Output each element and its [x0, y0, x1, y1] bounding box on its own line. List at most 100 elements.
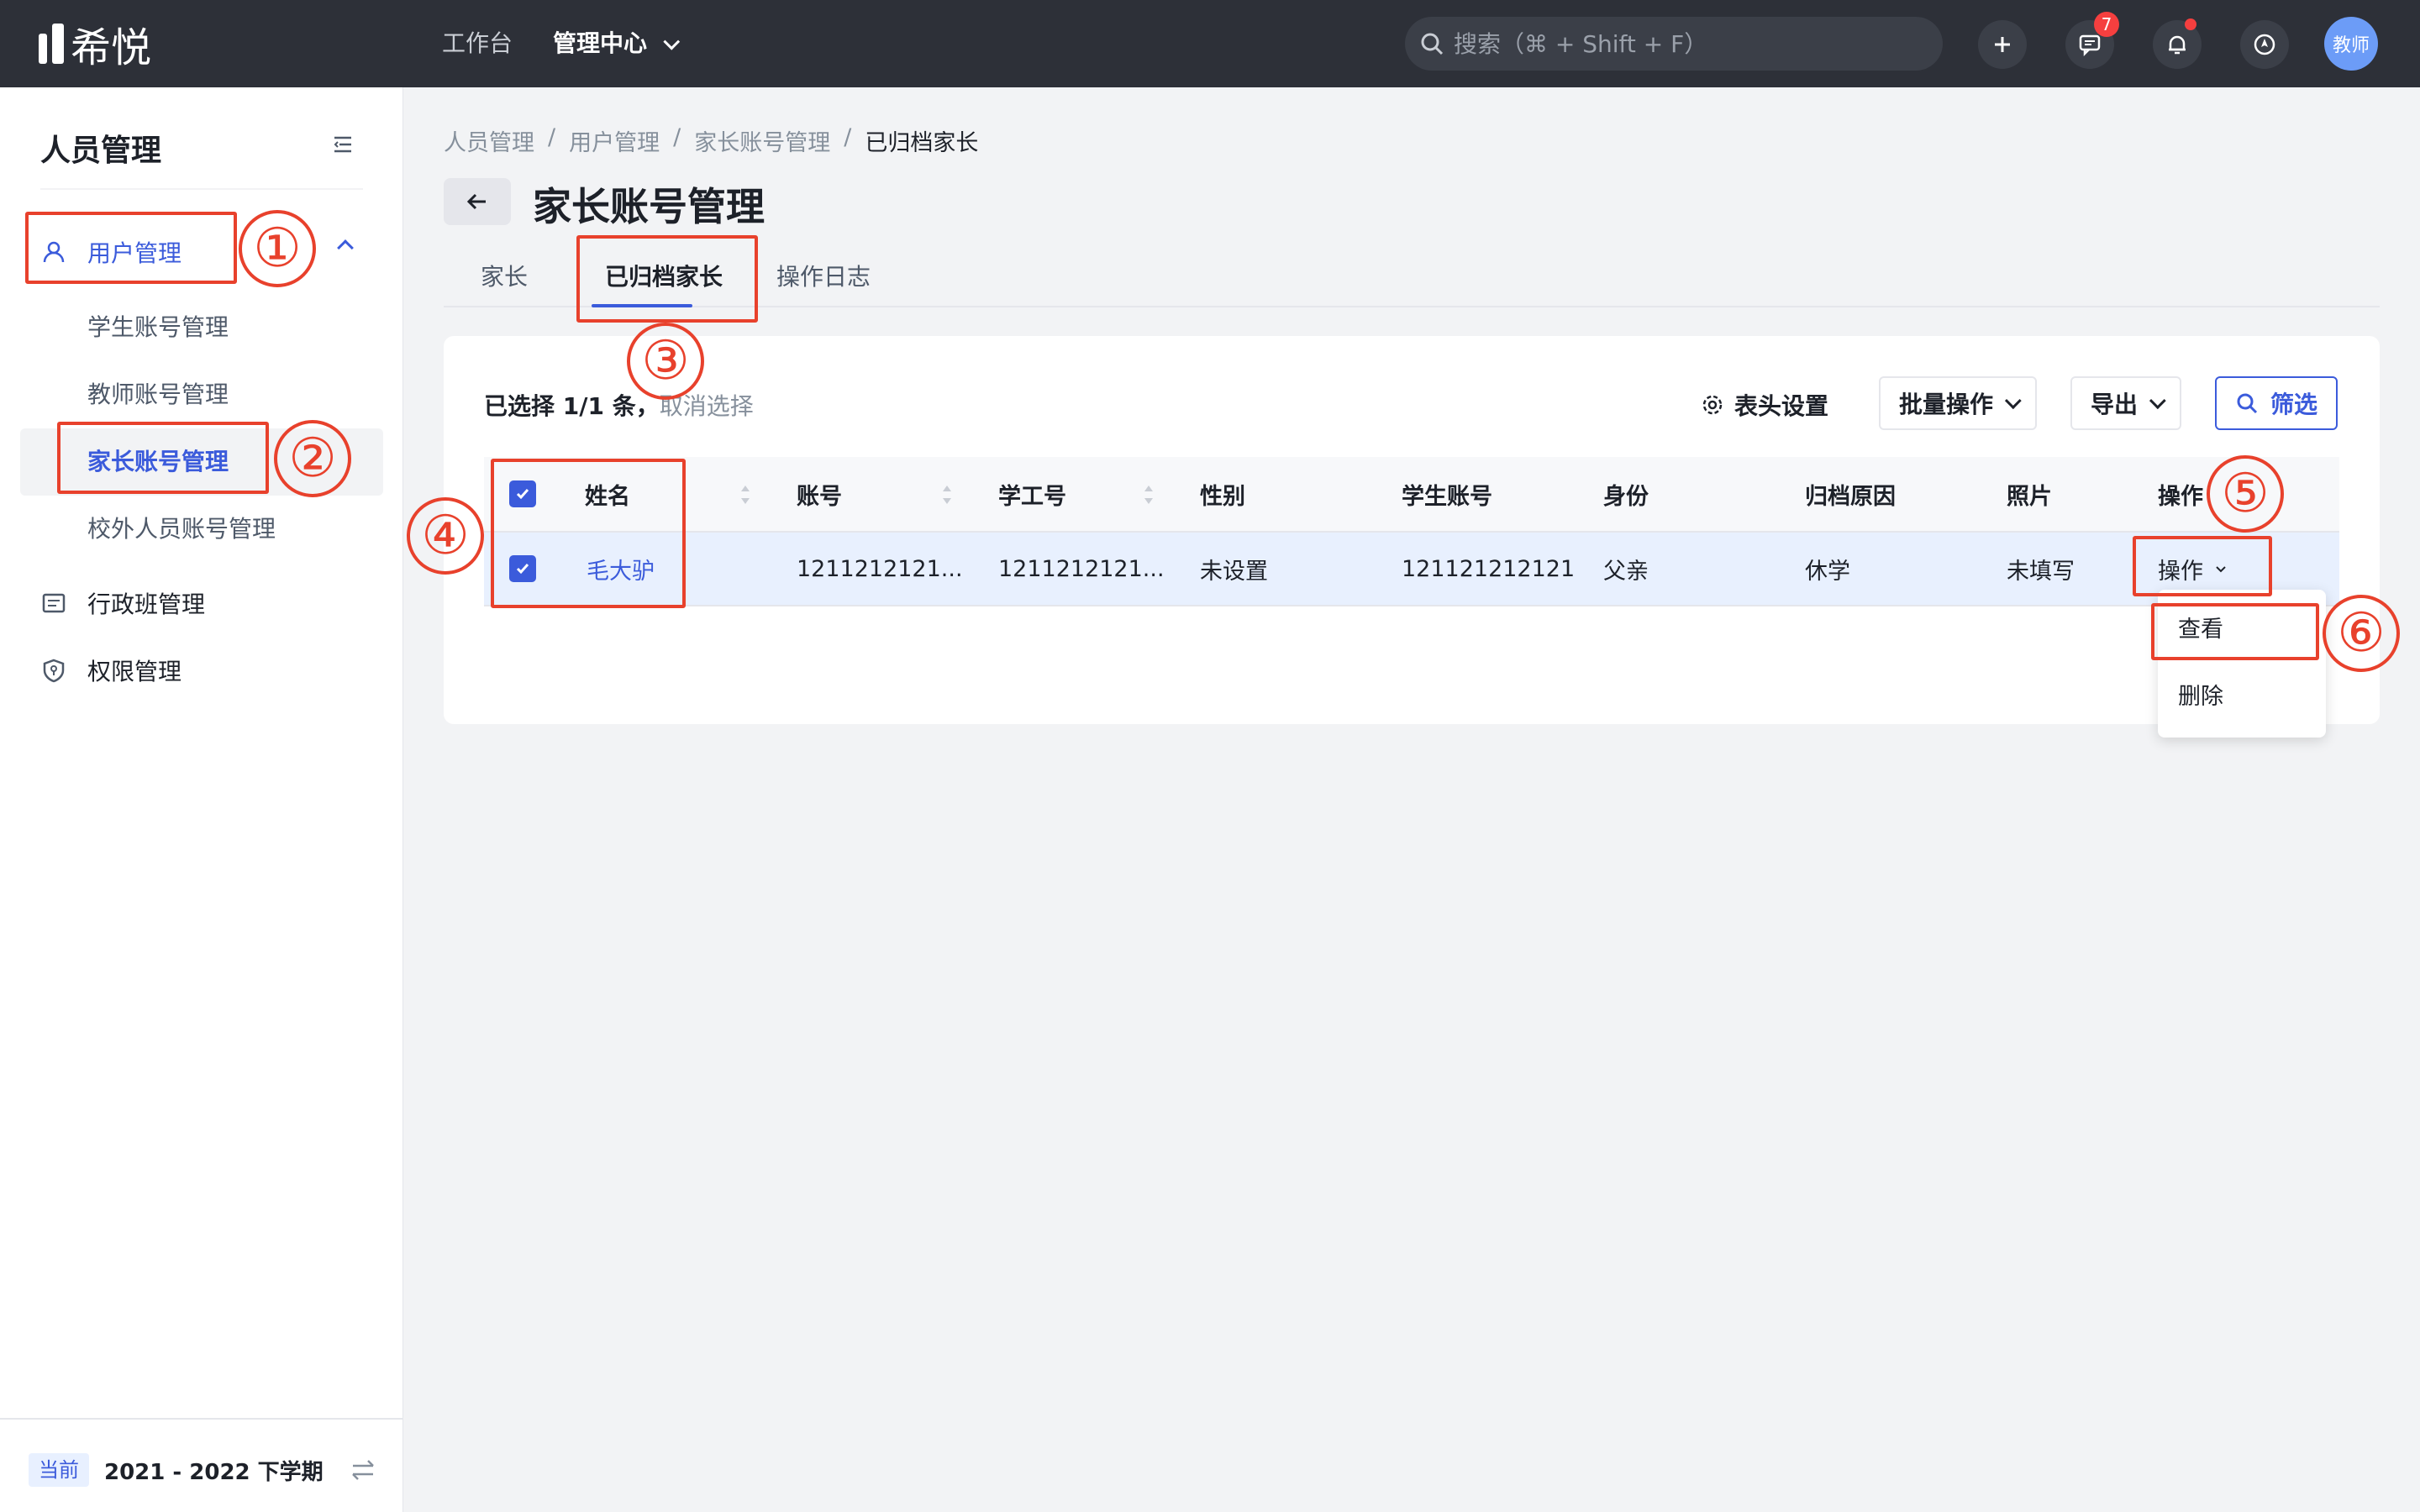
annotation-box-1 [25, 212, 237, 284]
sidebar: 人员管理 用户管理 学生账号管理 教师账号管理 家长账号管理 校外人员账号管理 … [0, 87, 403, 1512]
header-settings-button[interactable]: 表头设置 [1701, 388, 1828, 422]
export-button[interactable]: 导出 [2070, 376, 2182, 430]
annotation-number-4: ④ [407, 497, 484, 575]
gear-icon [1702, 395, 1723, 415]
annotation-box-3 [576, 235, 758, 323]
tab-operation-log[interactable]: 操作日志 [776, 259, 871, 292]
batch-operations-label: 批量操作 [1899, 391, 1994, 418]
selection-count: 已选择 1/1 条， [484, 392, 660, 420]
app-switch-button[interactable] [2240, 20, 2289, 69]
collapse-menu-icon[interactable] [331, 133, 355, 156]
sidebar-item-teacher-accounts[interactable]: 教师账号管理 [20, 361, 383, 428]
archived-parents-table: 姓名 账号 学工号 性别 学生账号 身份 归档原因 照片 操作 毛大驴 1211… [484, 457, 2339, 606]
search-icon [2237, 393, 2258, 414]
annotation-box-5 [2133, 536, 2272, 596]
plus-icon [1995, 37, 2010, 52]
chevron-down-icon [2149, 392, 2166, 410]
menu-item-delete[interactable]: 删除 [2158, 664, 2326, 731]
column-header-student-account: 学生账号 [1402, 483, 1492, 510]
column-header-staff-no[interactable]: 学工号 [998, 457, 1066, 531]
column-header-account[interactable]: 账号 [797, 457, 842, 531]
cell-student-account: 121121212121 [1402, 555, 1576, 582]
annotation-number-5: ⑤ [2207, 455, 2284, 533]
logo-icon [39, 24, 64, 64]
messages-button[interactable]: 7 [2065, 12, 2119, 69]
search-box[interactable] [1405, 17, 1943, 71]
search-icon [1421, 33, 1444, 55]
top-bar: 希悦 工作台 管理中心 7 教师 [0, 0, 2420, 87]
breadcrumb-separator: / [548, 124, 556, 150]
breadcrumb-separator: / [844, 124, 852, 150]
current-term-tag: 当前 [29, 1453, 89, 1487]
breadcrumb-item[interactable]: 家长账号管理 [694, 124, 830, 157]
search-input[interactable] [1454, 29, 1924, 58]
annotation-number-3: ③ [627, 323, 704, 400]
cell-archive-reason: 休学 [1805, 558, 1850, 585]
table-card: 已选择 1/1 条，取消选择 表头设置 批量操作 导出 筛选 姓名 账号 学工号… [444, 336, 2380, 724]
annotation-box-6 [2151, 603, 2319, 660]
notifications-button[interactable] [2153, 18, 2202, 69]
annotation-box-4 [491, 459, 686, 608]
shield-icon [40, 657, 67, 684]
filter-label: 筛选 [2270, 391, 2318, 418]
breadcrumb-item[interactable]: 用户管理 [569, 124, 660, 157]
compass-icon [2254, 34, 2275, 55]
app-logo[interactable]: 希悦 [39, 18, 151, 71]
message-icon [2079, 34, 2101, 56]
sidebar-item-label: 行政班管理 [87, 591, 206, 618]
breadcrumb-current: 已归档家长 [865, 130, 979, 156]
table-header: 姓名 账号 学工号 性别 学生账号 身份 归档原因 照片 操作 [484, 457, 2339, 533]
back-button[interactable] [444, 178, 511, 225]
breadcrumb-item[interactable]: 人员管理 [444, 124, 534, 157]
cell-photo: 未填写 [2007, 558, 2075, 585]
selection-info: 已选择 1/1 条，取消选择 [484, 388, 754, 422]
column-header-identity: 身份 [1603, 483, 1649, 510]
table-row: 毛大驴 1211212121... 1211212121... 未设置 1211… [484, 533, 2339, 606]
sidebar-title: 人员管理 [40, 134, 162, 168]
nav-admin-center[interactable]: 管理中心 [553, 25, 681, 62]
tab-parents[interactable]: 家长 [481, 259, 528, 292]
column-header-action: 操作 [2158, 483, 2203, 510]
column-header-gender: 性别 [1200, 483, 1245, 510]
sort-icon[interactable] [941, 482, 953, 507]
annotation-number-2: ② [274, 420, 351, 497]
sidebar-divider [40, 188, 363, 190]
cell-staff-no: 1211212121... [998, 555, 1165, 582]
breadcrumb-separator: / [673, 124, 681, 150]
arrow-left-icon [466, 193, 486, 210]
annotation-number-1: ① [239, 210, 316, 287]
cell-account: 1211212121... [797, 555, 963, 582]
bell-icon [2169, 35, 2186, 55]
cell-identity: 父亲 [1603, 558, 1649, 585]
list-icon [40, 590, 67, 617]
batch-operations-button[interactable]: 批量操作 [1879, 376, 2038, 430]
annotation-number-6: ⑥ [2323, 595, 2400, 672]
nav-admin-center-label: 管理中心 [553, 29, 648, 57]
chevron-down-icon [2004, 392, 2022, 410]
annotation-box-2 [57, 422, 269, 494]
current-term-label: 2021 - 2022 下学期 [104, 1460, 324, 1485]
sidebar-item-student-accounts[interactable]: 学生账号管理 [20, 294, 383, 361]
page-title: 家长账号管理 [533, 184, 765, 229]
breadcrumb: 人员管理 / 用户管理 / 家长账号管理 / 已归档家长 [444, 124, 978, 157]
header-settings-label: 表头设置 [1734, 392, 1829, 420]
cell-gender: 未设置 [1200, 558, 1268, 585]
chevron-up-icon[interactable] [337, 239, 354, 256]
message-count-badge: 7 [2094, 12, 2119, 37]
filter-button[interactable]: 筛选 [2215, 376, 2338, 430]
chevron-down-icon [663, 33, 681, 50]
sort-icon[interactable] [1143, 482, 1155, 507]
add-button[interactable] [1978, 20, 2027, 69]
sidebar-item-class-management[interactable]: 行政班管理 [40, 580, 205, 627]
notification-dot [2185, 18, 2196, 30]
nav-workbench[interactable]: 工作台 [442, 25, 513, 62]
sidebar-item-label: 权限管理 [87, 658, 182, 685]
swap-icon[interactable] [350, 1457, 376, 1483]
column-header-photo: 照片 [2007, 483, 2052, 510]
sidebar-item-external-accounts[interactable]: 校外人员账号管理 [20, 496, 383, 563]
term-switcher: 当前 2021 - 2022 下学期 [0, 1418, 403, 1512]
column-header-archive-reason: 归档原因 [1805, 483, 1896, 510]
sidebar-item-permission-management[interactable]: 权限管理 [40, 647, 182, 694]
avatar[interactable]: 教师 [2324, 17, 2378, 71]
sort-icon[interactable] [739, 482, 751, 507]
